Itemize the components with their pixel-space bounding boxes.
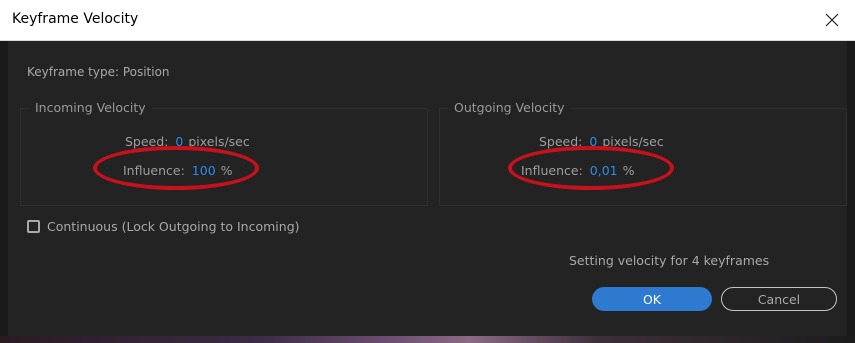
continuous-checkbox-row[interactable]: Continuous (Lock Outgoing to Incoming): [27, 219, 300, 234]
keyframe-velocity-dialog: Keyframe type: Position Incoming Velocit…: [8, 41, 847, 336]
incoming-speed-unit: pixels/sec: [188, 134, 250, 149]
outgoing-velocity-title: Outgoing Velocity: [448, 100, 571, 115]
outgoing-speed-unit: pixels/sec: [602, 134, 664, 149]
outgoing-influence-label: Influence:: [521, 163, 583, 178]
ok-button[interactable]: OK: [592, 287, 712, 311]
outgoing-speed-label: Speed:: [539, 134, 583, 149]
continuous-checkbox-label: Continuous (Lock Outgoing to Incoming): [47, 219, 300, 234]
incoming-velocity-group: Incoming Velocity Speed: 0 pixels/sec Infl…: [20, 100, 428, 206]
incoming-speed-row: Speed: 0 pixels/sec: [125, 134, 250, 149]
window-title: Keyframe Velocity: [12, 11, 139, 27]
title-bar: Keyframe Velocity: [0, 0, 855, 41]
incoming-speed-value[interactable]: 0: [175, 134, 183, 149]
incoming-influence-row: Influence: 100%: [123, 163, 233, 178]
outgoing-influence-unit: %: [622, 163, 635, 178]
outgoing-speed-row: Speed: 0 pixels/sec: [539, 134, 664, 149]
close-button[interactable]: [809, 0, 855, 40]
cancel-button[interactable]: Cancel: [721, 287, 837, 311]
incoming-influence-label: Influence:: [123, 163, 185, 178]
incoming-speed-label: Speed:: [125, 134, 169, 149]
background-video-strip: [0, 336, 855, 343]
continuous-checkbox[interactable]: [27, 220, 40, 233]
outgoing-influence-value[interactable]: 0,01: [590, 163, 618, 178]
incoming-influence-value[interactable]: 100: [192, 163, 216, 178]
incoming-velocity-title: Incoming Velocity: [29, 100, 152, 115]
close-icon: [825, 13, 839, 27]
status-text: Setting velocity for 4 keyframes: [569, 253, 770, 268]
outgoing-velocity-group: Outgoing Velocity Speed: 0 pixels/sec Infl…: [439, 100, 847, 206]
incoming-influence-unit: %: [220, 163, 233, 178]
outgoing-speed-value[interactable]: 0: [589, 134, 597, 149]
outgoing-influence-row: Influence: 0,01%: [521, 163, 635, 178]
keyframe-type-label: Keyframe type: Position: [27, 65, 170, 79]
